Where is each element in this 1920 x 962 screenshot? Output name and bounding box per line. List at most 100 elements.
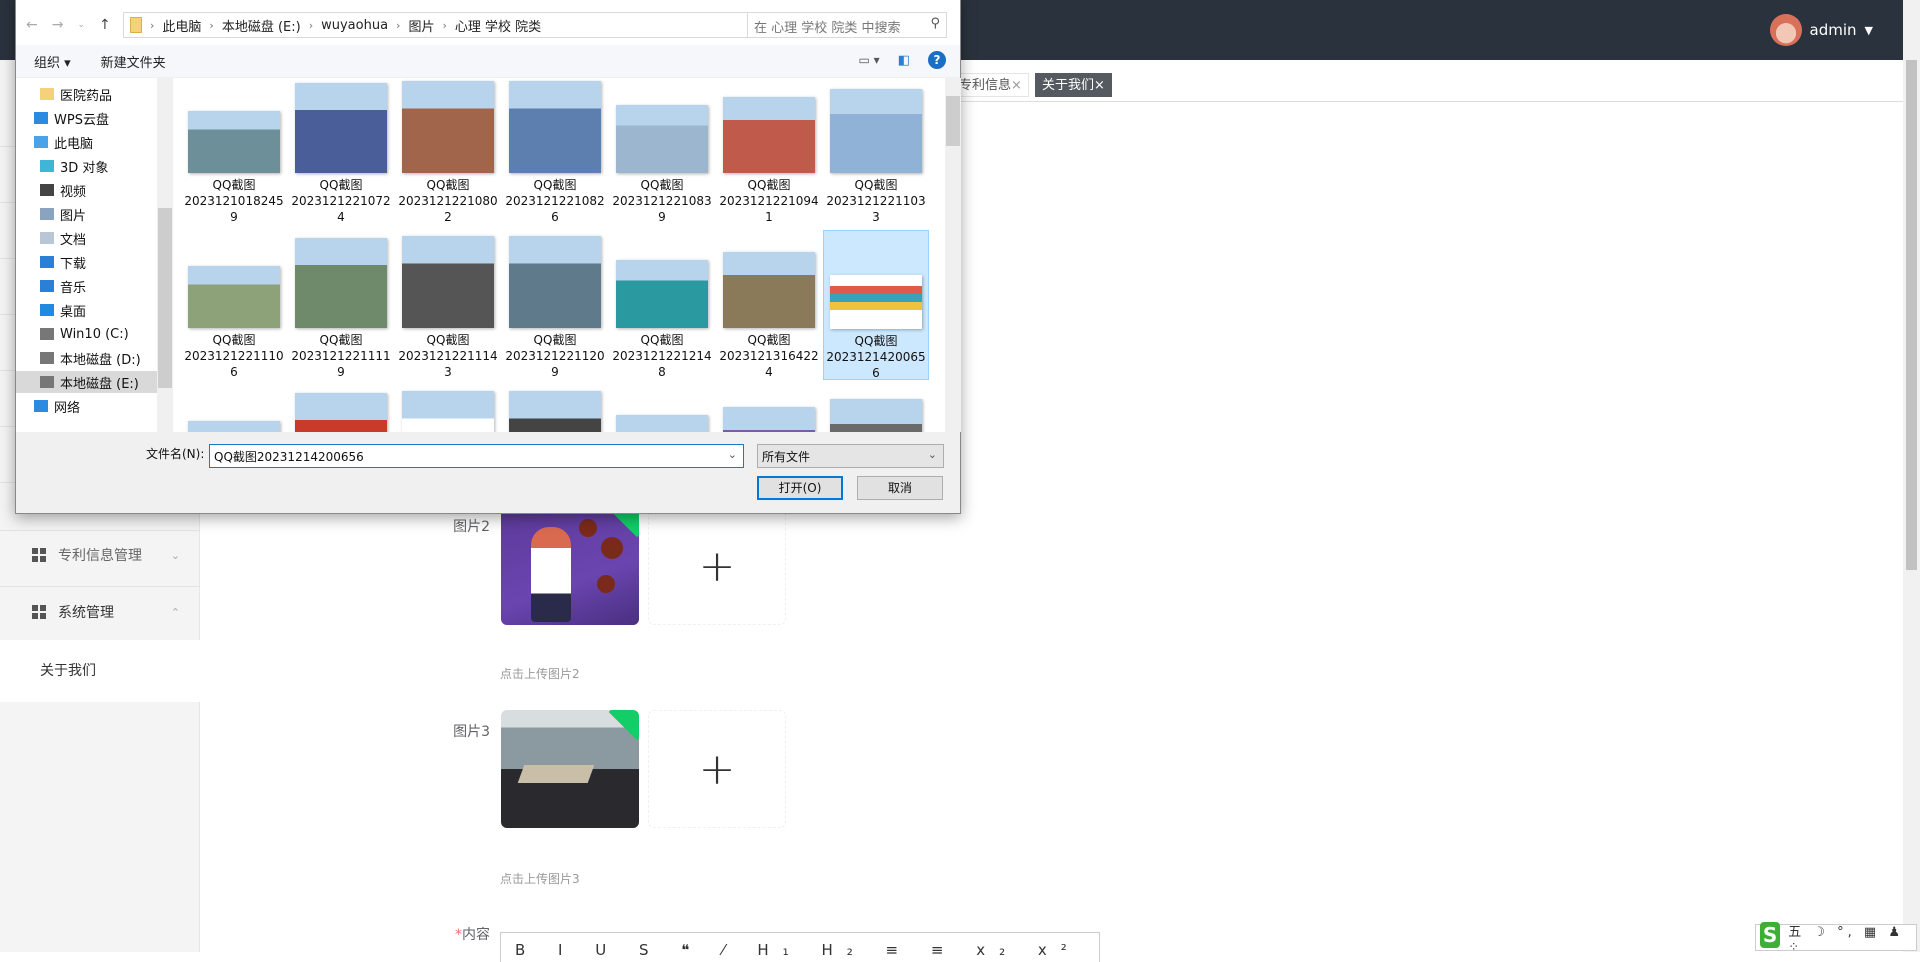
recent-chevron-icon[interactable]: ⌄ [77,20,85,33]
file-thumbnail [723,252,815,328]
file-number: 2023121221110 [184,349,284,363]
nav-item[interactable]: Win10 (C:) [40,323,129,345]
file-item[interactable]: QQ截图 2023121420065 6 [823,230,929,380]
tab-about-us[interactable]: 关于我们× [1035,73,1112,97]
preview-pane-icon[interactable]: ◧ [898,53,910,68]
breadcrumb-item[interactable]: 图片 [408,16,434,35]
document-icon [40,232,54,244]
address-bar[interactable]: › 此电脑 › 本地磁盘 (E:) › wuyaohua › 图片 › 心理 学校 院类 … [123,12,790,38]
file-item[interactable] [502,385,608,432]
file-number-tail: 9 [551,365,559,379]
rich-text-editor-toolbar[interactable]: B I U S ❝ ⁄ H₁ H₂ ≡ ≡ x₂ x² ≡ ≡ [500,932,1100,962]
file-item[interactable]: QQ截图 2023121221072 4 [288,78,394,225]
file-number: 2023121018245 [184,194,284,208]
file-number: 2023121316422 [719,349,819,363]
nav-item[interactable]: 网络 [34,395,80,417]
nav-item-label: 音乐 [60,280,87,296]
file-item[interactable]: QQ截图 2023121221082 6 [502,78,608,225]
nav-item[interactable]: 本地磁盘 (E:) [16,371,157,393]
file-item[interactable]: QQ截图 2023121316422 4 [716,230,822,380]
close-icon[interactable]: × [1011,78,1022,93]
sidebar-subitem-about-us[interactable]: 关于我们 [0,640,200,702]
tab-label: 专利信息 [959,78,1012,93]
drive-icon [40,352,54,364]
breadcrumb-item[interactable]: 本地磁盘 (E:) [222,16,301,35]
breadcrumb-item[interactable]: wuyaohua [321,18,388,33]
tab-patent-info[interactable]: 专利信息× [952,73,1029,97]
cancel-button[interactable]: 取消 [857,476,943,500]
uploaded-image-2[interactable] [501,507,639,625]
nav-scrollbar[interactable] [157,78,173,432]
chevron-down-icon[interactable]: ⌄ [728,448,737,461]
file-item[interactable]: QQ截图 2023121018245 9 [181,78,287,225]
file-item[interactable] [288,385,394,432]
nav-item[interactable]: WPS云盘 [34,107,109,129]
ime-items[interactable]: 五 ☽ °, ▦ ♟ ⁘ [1788,921,1916,955]
filetype-select[interactable]: 所有文件 ⌄ [757,444,944,468]
nav-item[interactable]: 本地磁盘 (D:) [40,347,141,369]
file-item[interactable] [609,385,715,432]
file-item[interactable]: QQ截图 2023121221110 6 [181,230,287,380]
nav-item-label: 本地磁盘 (D:) [60,352,141,368]
new-folder-button[interactable]: 新建文件夹 [101,52,166,71]
page-scrollbar[interactable] [1903,0,1920,952]
up-icon[interactable]: ↑ [99,17,111,33]
file-item[interactable]: QQ截图 2023121221094 1 [716,78,822,225]
filetype-value: 所有文件 [762,450,811,464]
file-number-tail: 9 [658,210,666,224]
file-item[interactable]: QQ截图 2023121221103 3 [823,78,929,225]
forward-icon[interactable]: → [52,17,64,33]
uploaded-image-3[interactable] [501,710,639,828]
sidebar-item-patent-management[interactable]: 专利信息管理 ⌄ [0,527,200,583]
file-thumbnail [616,415,708,432]
grid-icon [32,548,46,562]
file-item[interactable]: QQ截图 2023121221214 8 [609,230,715,380]
upload-image-2-button[interactable]: + [648,507,786,625]
nav-item[interactable]: 桌面 [40,299,86,321]
breadcrumb-item[interactable]: 心理 学校 院类 [455,16,541,35]
organize-button[interactable]: 组织 ▾ [34,52,71,71]
file-number-tail: 3 [872,210,880,224]
nav-item-label: 视频 [60,184,87,200]
upload-image-3-button[interactable]: + [648,710,786,828]
breadcrumb-item[interactable]: 此电脑 [162,16,201,35]
nav-item[interactable]: 文档 [40,227,86,249]
sidebar-item-system-management[interactable]: 系统管理 ⌃ [0,584,200,640]
view-options-icon[interactable]: ▭ ▾ [859,53,880,67]
search-input[interactable]: 在 心理 学校 院类 中搜索 ⚲ [747,12,947,38]
file-thumbnail [402,236,494,328]
nav-item[interactable]: 医院药品 [40,83,112,105]
file-grid-scrollbar[interactable] [945,78,961,432]
content-label-text: 内容 [462,927,490,943]
file-item[interactable] [716,385,822,432]
user-menu[interactable]: admin ▼ [1769,14,1873,46]
close-icon[interactable]: × [1094,78,1105,93]
sidebar-item-label: 系统管理 [58,605,114,621]
nav-item[interactable]: 此电脑 [34,131,93,153]
nav-item-label: 本地磁盘 (E:) [60,376,139,392]
nav-item[interactable]: 3D 对象 [40,155,108,177]
filename-input[interactable]: QQ截图20231214200656 ⌄ [209,444,744,468]
open-button[interactable]: 打开(O) [757,476,843,500]
file-item[interactable] [395,385,501,432]
nav-item[interactable]: 音乐 [40,275,86,297]
file-item[interactable]: QQ截图 2023121221080 2 [395,78,501,225]
file-item[interactable] [823,385,929,432]
help-icon[interactable]: ? [928,51,946,69]
nav-item[interactable]: 视频 [40,179,86,201]
file-thumbnail [402,391,494,432]
nav-item-label: 下载 [60,256,87,272]
nav-item[interactable]: 下载 [40,251,86,273]
ime-toolbar[interactable]: S 五 ☽ °, ▦ ♟ ⁘ [1755,921,1917,955]
file-number: 2023121221080 [398,194,498,208]
file-name: QQ截图 [854,178,898,192]
file-item[interactable]: QQ截图 2023121221120 9 [502,230,608,380]
back-icon[interactable]: ← [26,17,38,33]
file-name: QQ截图 [426,178,470,192]
avatar [1769,14,1802,46]
file-item[interactable]: QQ截图 2023121221114 3 [395,230,501,380]
file-item[interactable]: QQ截图 2023121221111 9 [288,230,394,380]
file-item[interactable]: QQ截图 2023121221083 9 [609,78,715,225]
nav-item[interactable]: 图片 [40,203,86,225]
file-item[interactable] [181,385,287,432]
